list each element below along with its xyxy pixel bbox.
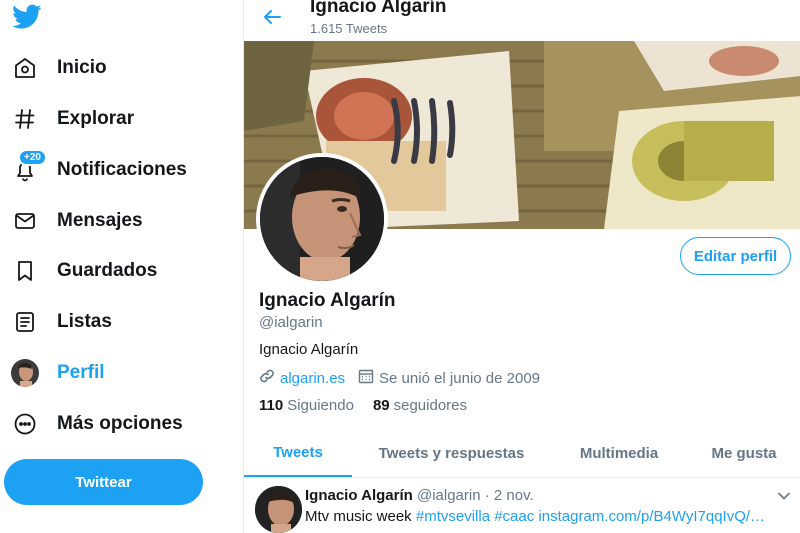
notification-badge: +20: [18, 149, 47, 166]
hashtag-link[interactable]: #mtvsevilla: [416, 508, 490, 525]
sidebar-item-label: Inicio: [57, 57, 107, 78]
tweet-item[interactable]: Ignacio Algarín @ialgarin · 2 nov. Mtv m…: [244, 478, 800, 533]
profile-bio: Ignacio Algarín: [259, 341, 359, 358]
profile-column: Ignacio Algarín 1.615 Tweets Editar perf…: [243, 0, 800, 533]
profile-stats: 110 Siguiendo 89 seguidores: [259, 397, 467, 414]
envelope-icon: [10, 206, 40, 236]
edit-profile-button[interactable]: Editar perfil: [680, 237, 791, 275]
profile-handle: @ialgarin: [259, 314, 323, 331]
profile-header-bar: Ignacio Algarín 1.615 Tweets: [244, 0, 800, 41]
bookmark-icon: [10, 256, 40, 286]
home-icon: [10, 53, 40, 83]
tweet-header: Ignacio Algarín @ialgarin · 2 nov.: [305, 487, 534, 504]
header-tweet-count: 1.615 Tweets: [310, 21, 388, 36]
link-icon: [259, 368, 275, 388]
sidebar-item-label: Más opciones: [57, 413, 183, 434]
tweet-url-link[interactable]: instagram.com/p/B4WyI7qqIvQ/…: [538, 508, 765, 525]
calendar-icon: [358, 368, 374, 388]
followers-stat[interactable]: 89 seguidores: [373, 397, 467, 414]
profile-photo[interactable]: [256, 153, 388, 285]
tweet-separator: ·: [484, 487, 490, 504]
hashtag-icon: [10, 104, 40, 134]
sidebar-nav: Inicio Explorar +20 Notificaciones Mensa…: [0, 0, 243, 533]
more-icon: [10, 409, 40, 439]
tweet-date[interactable]: 2 nov.: [494, 487, 534, 504]
sidebar-item-mas-opciones[interactable]: Más opciones: [10, 404, 183, 444]
sidebar-item-explorar[interactable]: Explorar: [10, 99, 134, 139]
sidebar-item-label: Guardados: [57, 260, 158, 281]
sidebar-item-mensajes[interactable]: Mensajes: [10, 201, 143, 241]
profile-tabs: Tweets Tweets y respuestas Multimedia Me…: [244, 429, 800, 478]
profile-website-link[interactable]: algarin.es: [280, 370, 345, 387]
sidebar-item-label: Perfil: [57, 362, 105, 383]
sidebar-item-perfil[interactable]: Perfil: [10, 353, 105, 393]
sidebar-item-inicio[interactable]: Inicio: [10, 48, 107, 88]
tweet-handle[interactable]: @ialgarin: [417, 487, 481, 504]
header-title: Ignacio Algarín: [310, 0, 447, 17]
sidebar-item-label: Notificaciones: [57, 159, 187, 180]
tab-me-gusta[interactable]: Me gusta: [699, 429, 789, 477]
hashtag-link[interactable]: #caac: [494, 508, 534, 525]
list-icon: [10, 307, 40, 337]
profile-meta: algarin.es Se unió el junio de 2009: [259, 368, 540, 388]
chevron-down-icon[interactable]: [777, 489, 791, 503]
sidebar-item-listas[interactable]: Listas: [10, 302, 112, 342]
sidebar-item-notificaciones[interactable]: +20 Notificaciones: [10, 149, 187, 190]
tab-tweets-y-respuestas[interactable]: Tweets y respuestas: [364, 429, 539, 477]
avatar[interactable]: [255, 486, 302, 533]
twitter-bird-icon[interactable]: [12, 4, 42, 30]
sidebar-item-label: Explorar: [57, 108, 135, 129]
tab-tweets[interactable]: Tweets: [244, 429, 352, 477]
profile-join-date: Se unió el junio de 2009: [379, 369, 541, 387]
avatar: [10, 358, 40, 388]
back-arrow-icon[interactable]: [261, 6, 283, 28]
profile-name: Ignacio Algarín: [259, 290, 396, 311]
sidebar-item-guardados[interactable]: Guardados: [10, 251, 157, 291]
following-stat[interactable]: 110 Siguiendo: [259, 397, 354, 414]
tweet-author[interactable]: Ignacio Algarín: [305, 487, 413, 504]
bell-icon: +20: [10, 149, 47, 185]
sidebar-item-label: Listas: [57, 311, 112, 332]
sidebar-item-label: Mensajes: [57, 210, 143, 231]
tweet-button[interactable]: Twittear: [4, 459, 203, 505]
tab-multimedia[interactable]: Multimedia: [559, 429, 679, 477]
tweet-text: Mtv music week #mtvsevilla #caac instagr…: [305, 508, 766, 525]
